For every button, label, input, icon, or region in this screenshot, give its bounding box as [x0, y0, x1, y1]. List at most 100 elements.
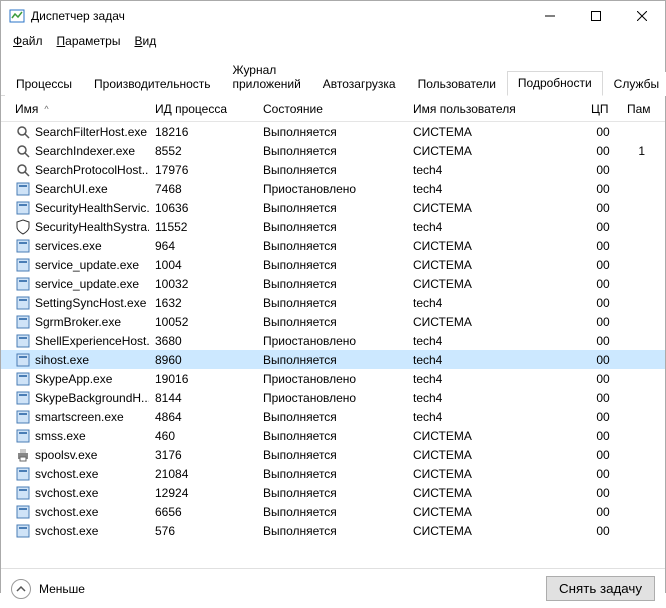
table-row[interactable]: SearchIndexer.exe8552ВыполняетсяСИСТЕМА0… [1, 141, 665, 160]
table-body[interactable]: SearchFilterHost.exe18216ВыполняетсяСИСТ… [1, 122, 665, 568]
process-name-label: SecurityHealthSystra... [35, 220, 149, 234]
cell-pid: 12924 [149, 485, 257, 501]
table-row[interactable]: SecurityHealthSystra...11552Выполняетсяt… [1, 217, 665, 236]
cell-name: service_update.exe [9, 275, 149, 293]
cell-pid: 6656 [149, 504, 257, 520]
process-name-label: smartscreen.exe [35, 410, 124, 424]
column-header-row: Имя^ ИД процесса Состояние Имя пользоват… [1, 96, 665, 122]
table-row[interactable]: SearchProtocolHost...17976Выполняетсяtec… [1, 160, 665, 179]
cell-state: Приостановлено [257, 181, 407, 197]
column-header-cpu[interactable]: ЦП [585, 98, 621, 120]
table-row[interactable]: SgrmBroker.exe10052ВыполняетсяСИСТЕМА00 [1, 312, 665, 331]
table-row[interactable]: svchost.exe12924ВыполняетсяСИСТЕМА00 [1, 483, 665, 502]
tab-processes[interactable]: Процессы [5, 72, 83, 96]
cell-name: SearchProtocolHost... [9, 161, 149, 179]
cell-user: tech4 [407, 390, 585, 406]
process-name-label: sihost.exe [35, 353, 89, 367]
generic-icon [15, 466, 31, 482]
table-row[interactable]: service_update.exe1004ВыполняетсяСИСТЕМА… [1, 255, 665, 274]
table-row[interactable]: service_update.exe10032ВыполняетсяСИСТЕМ… [1, 274, 665, 293]
generic-icon [15, 352, 31, 368]
table-row[interactable]: SearchUI.exe7468Приостановленоtech400 [1, 179, 665, 198]
cell-pid: 7468 [149, 181, 257, 197]
table-row[interactable]: smss.exe460ВыполняетсяСИСТЕМА00 [1, 426, 665, 445]
process-name-label: spoolsv.exe [35, 448, 97, 462]
generic-icon [15, 523, 31, 539]
cell-name: ShellExperienceHost.... [9, 332, 149, 350]
footer: Меньше Снять задачу [1, 568, 665, 608]
cell-user: tech4 [407, 409, 585, 425]
column-header-name[interactable]: Имя^ [9, 98, 149, 120]
menu-options[interactable]: Параметры [51, 32, 127, 50]
search-icon [15, 162, 31, 178]
cell-cpu: 00 [585, 257, 621, 273]
cell-mem [621, 188, 651, 190]
cell-name: SearchUI.exe [9, 180, 149, 198]
table-row[interactable]: SecurityHealthServic...10636ВыполняетсяС… [1, 198, 665, 217]
table-row[interactable]: svchost.exe576ВыполняетсяСИСТЕМА00 [1, 521, 665, 540]
table-row[interactable]: sihost.exe8960Выполняетсяtech400 [1, 350, 665, 369]
column-header-pid[interactable]: ИД процесса [149, 98, 257, 120]
table-row[interactable]: svchost.exe6656ВыполняетсяСИСТЕМА00 [1, 502, 665, 521]
cell-user: СИСТЕМА [407, 200, 585, 216]
menu-file[interactable]: Файл [7, 32, 49, 50]
cell-pid: 19016 [149, 371, 257, 387]
fewer-details-button[interactable]: Меньше [11, 579, 85, 599]
tab-services[interactable]: Службы [603, 72, 666, 96]
cell-pid: 8144 [149, 390, 257, 406]
table-row[interactable]: svchost.exe21084ВыполняетсяСИСТЕМА00 [1, 464, 665, 483]
cell-user: СИСТЕМА [407, 447, 585, 463]
end-task-button[interactable]: Снять задачу [546, 576, 655, 601]
cell-cpu: 00 [585, 124, 621, 140]
cell-user: tech4 [407, 333, 585, 349]
generic-icon [15, 181, 31, 197]
generic-icon [15, 200, 31, 216]
table-row[interactable]: SearchFilterHost.exe18216ВыполняетсяСИСТ… [1, 122, 665, 141]
cell-name: svchost.exe [9, 465, 149, 483]
details-table: Имя^ ИД процесса Состояние Имя пользоват… [1, 96, 665, 568]
menu-view[interactable]: Вид [128, 32, 162, 50]
cell-mem [621, 359, 651, 361]
process-name-label: SettingSyncHost.exe [35, 296, 146, 310]
column-header-user[interactable]: Имя пользователя [407, 98, 585, 120]
cell-mem [621, 473, 651, 475]
cell-user: СИСТЕМА [407, 314, 585, 330]
cell-state: Выполняется [257, 238, 407, 254]
tab-performance[interactable]: Производительность [83, 72, 221, 96]
minimize-button[interactable] [527, 1, 573, 31]
cell-pid: 8960 [149, 352, 257, 368]
cell-cpu: 00 [585, 485, 621, 501]
process-name-label: SearchProtocolHost... [35, 163, 149, 177]
cell-pid: 10032 [149, 276, 257, 292]
tab-app-history[interactable]: Журнал приложений [222, 58, 312, 96]
tab-details[interactable]: Подробности [507, 71, 603, 96]
generic-icon [15, 295, 31, 311]
process-name-label: svchost.exe [35, 486, 98, 500]
tab-users[interactable]: Пользователи [407, 72, 507, 96]
table-row[interactable]: SkypeApp.exe19016Приостановленоtech400 [1, 369, 665, 388]
column-header-mem[interactable]: Пам [621, 98, 651, 120]
maximize-button[interactable] [573, 1, 619, 31]
cell-mem [621, 302, 651, 304]
table-row[interactable]: SettingSyncHost.exe1632Выполняетсяtech40… [1, 293, 665, 312]
cell-state: Выполняется [257, 409, 407, 425]
cell-pid: 8552 [149, 143, 257, 159]
table-row[interactable]: smartscreen.exe4864Выполняетсяtech400 [1, 407, 665, 426]
cell-mem [621, 321, 651, 323]
tab-startup[interactable]: Автозагрузка [312, 72, 407, 96]
table-row[interactable]: spoolsv.exe3176ВыполняетсяСИСТЕМА00 [1, 445, 665, 464]
cell-name: SecurityHealthSystra... [9, 218, 149, 236]
cell-cpu: 00 [585, 219, 621, 235]
table-row[interactable]: SkypeBackgroundH...8144Приостановленоtec… [1, 388, 665, 407]
cell-state: Выполняется [257, 314, 407, 330]
cell-user: tech4 [407, 162, 585, 178]
cell-name: SecurityHealthServic... [9, 199, 149, 217]
table-row[interactable]: services.exe964ВыполняетсяСИСТЕМА00 [1, 236, 665, 255]
table-row[interactable]: ShellExperienceHost....3680Приостановлен… [1, 331, 665, 350]
cell-user: tech4 [407, 371, 585, 387]
close-button[interactable] [619, 1, 665, 31]
cell-state: Приостановлено [257, 371, 407, 387]
chevron-up-icon [11, 579, 31, 599]
cell-cpu: 00 [585, 352, 621, 368]
column-header-state[interactable]: Состояние [257, 98, 407, 120]
